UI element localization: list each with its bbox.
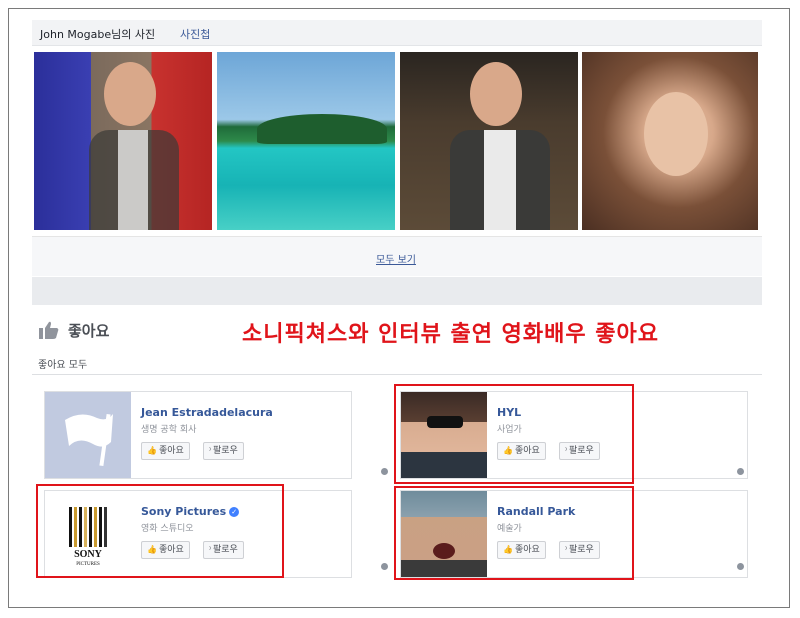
- like-card: Jean Estradadelacura 생명 공학 회사 👍 좋아요 ⁾ 팔로우: [44, 391, 388, 479]
- photos-header: John Mogabe님의 사진 사진첩: [32, 20, 762, 46]
- flag-icon: [65, 413, 113, 467]
- photos-owner-tab[interactable]: John Mogabe님의 사진: [40, 26, 155, 42]
- divider: [32, 374, 762, 375]
- photo-2[interactable]: [217, 52, 395, 230]
- see-all-link[interactable]: 모두 보기: [376, 251, 416, 266]
- gear-icon[interactable]: [737, 468, 744, 475]
- likes-title: 좋아요: [68, 322, 110, 340]
- gear-icon[interactable]: [737, 563, 744, 570]
- see-all-bar: 모두 보기: [32, 236, 762, 276]
- highlight-box-hyl: [394, 384, 634, 484]
- page-thumbnail[interactable]: [45, 392, 131, 478]
- gear-icon[interactable]: [381, 468, 388, 475]
- page-name[interactable]: Jean Estradadelacura: [141, 406, 273, 419]
- gear-icon[interactable]: [381, 563, 388, 570]
- album-tab[interactable]: 사진첩: [180, 26, 210, 42]
- likes-all-tab[interactable]: 좋아요 모두: [38, 356, 87, 371]
- like-button[interactable]: 👍 좋아요: [141, 442, 190, 460]
- photo-1[interactable]: [34, 52, 212, 230]
- section-separator: [32, 277, 762, 305]
- rss-icon: ⁾: [209, 446, 211, 455]
- page-category: 생명 공학 회사: [141, 425, 197, 435]
- photo-4[interactable]: [582, 52, 758, 230]
- highlight-box-sony: [36, 484, 284, 578]
- thumbs-up-icon: 👍: [147, 446, 157, 455]
- photo-3[interactable]: [400, 52, 578, 230]
- thumbs-up-icon: [39, 321, 59, 339]
- follow-button[interactable]: ⁾ 팔로우: [203, 442, 244, 460]
- red-annotation-text: 소니픽쳐스와 인터뷰 출연 영화배우 좋아요: [242, 322, 659, 347]
- highlight-box-randall: [394, 486, 634, 580]
